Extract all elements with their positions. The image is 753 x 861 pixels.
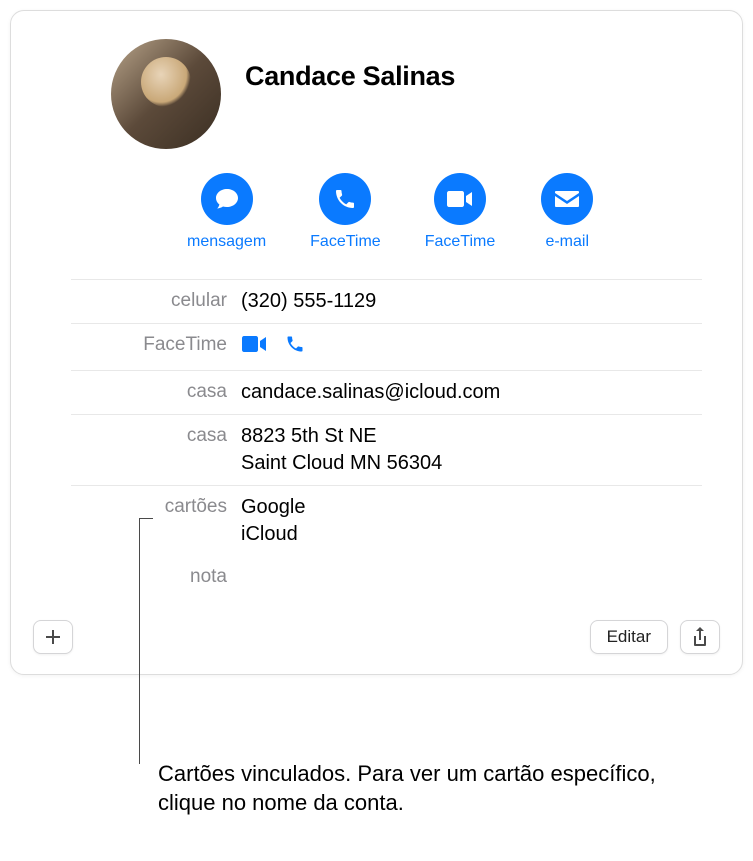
card-link-google[interactable]: Google	[241, 494, 306, 521]
message-icon	[201, 173, 253, 225]
facetime-video-small-icon[interactable]	[241, 334, 267, 362]
facetime-audio-label: FaceTime	[310, 233, 381, 251]
share-icon	[692, 627, 708, 647]
home-address-label: casa	[71, 423, 241, 447]
facetime-video-button[interactable]: FaceTime	[425, 173, 496, 251]
message-label: mensagem	[187, 233, 266, 251]
add-button[interactable]	[33, 620, 73, 654]
field-note[interactable]: nota	[71, 556, 702, 596]
facetime-audio-button[interactable]: FaceTime	[310, 173, 381, 251]
address-line2: Saint Cloud MN 56304	[241, 450, 442, 477]
message-button[interactable]: mensagem	[187, 173, 266, 251]
action-row: mensagem FaceTime FaceTime e-mail	[11, 149, 742, 279]
mobile-label: celular	[71, 288, 241, 312]
avatar[interactable]	[111, 39, 221, 149]
facetime-audio-small-icon[interactable]	[285, 334, 305, 362]
email-label: e-mail	[545, 233, 589, 251]
card-link-icloud[interactable]: iCloud	[241, 521, 306, 548]
field-home-email[interactable]: casa candace.salinas@icloud.com	[71, 370, 702, 414]
mobile-value: (320) 555-1129	[241, 288, 376, 315]
field-cards: cartões Google iCloud	[71, 485, 702, 556]
field-home-address[interactable]: casa 8823 5th St NE Saint Cloud MN 56304	[71, 414, 702, 485]
envelope-icon	[541, 173, 593, 225]
toolbar: Editar	[11, 596, 742, 658]
callout-line	[139, 518, 140, 764]
home-email-value: candace.salinas@icloud.com	[241, 379, 500, 406]
facetime-value	[241, 332, 305, 362]
note-label: nota	[71, 564, 241, 588]
home-email-label: casa	[71, 379, 241, 403]
facetime-label: FaceTime	[71, 332, 241, 356]
cards-value: Google iCloud	[241, 494, 306, 548]
home-address-value: 8823 5th St NE Saint Cloud MN 56304	[241, 423, 442, 477]
video-icon	[434, 173, 486, 225]
edit-button[interactable]: Editar	[590, 620, 668, 654]
fields-list: celular (320) 555-1129 FaceTime casa can…	[11, 279, 742, 596]
cards-label: cartões	[71, 494, 241, 518]
field-facetime[interactable]: FaceTime	[71, 323, 702, 370]
share-button[interactable]	[680, 620, 720, 654]
callout-text: Cartões vinculados. Para ver um cartão e…	[158, 760, 718, 817]
contact-card-window: Candace Salinas mensagem FaceTime FaceTi…	[10, 10, 743, 675]
facetime-video-label: FaceTime	[425, 233, 496, 251]
toolbar-right: Editar	[590, 620, 720, 654]
field-mobile[interactable]: celular (320) 555-1129	[71, 279, 702, 323]
contact-name: Candace Salinas	[245, 61, 455, 92]
contact-header: Candace Salinas	[11, 11, 742, 149]
address-line1: 8823 5th St NE	[241, 423, 442, 450]
phone-icon	[319, 173, 371, 225]
email-button[interactable]: e-mail	[539, 173, 595, 251]
callout-tick	[139, 518, 153, 519]
plus-icon	[45, 629, 61, 645]
